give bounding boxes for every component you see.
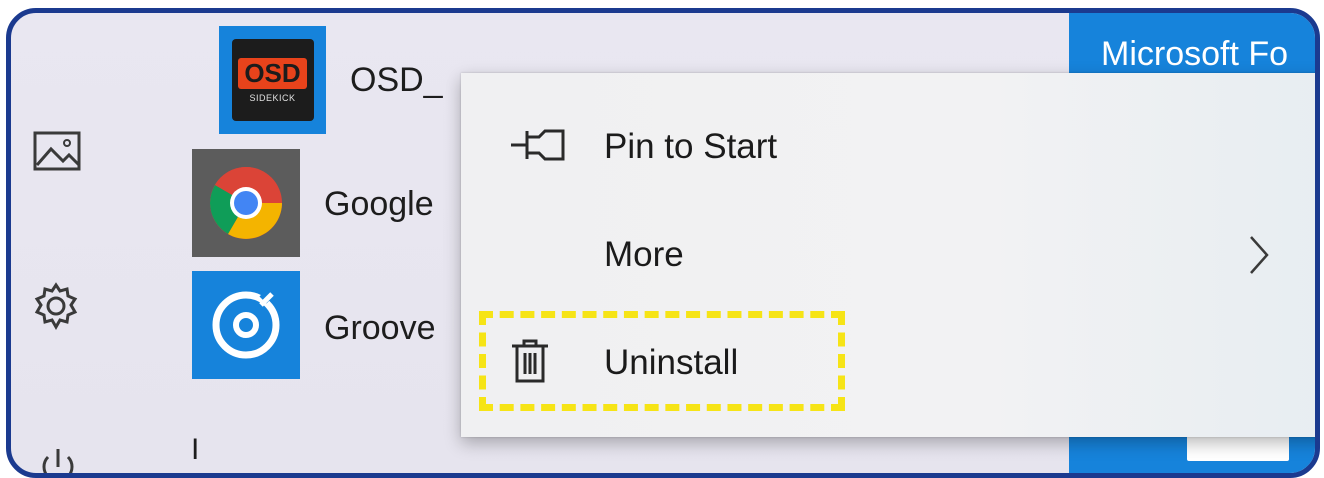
gear-icon[interactable] <box>31 281 81 336</box>
microsoft-tile-label: Microsoft Fo <box>1101 35 1289 73</box>
app-label-google[interactable]: Google <box>324 185 434 224</box>
menu-item-pin-to-start[interactable]: Pin to Start <box>461 95 1315 195</box>
pictures-icon[interactable] <box>33 131 81 176</box>
pin-icon <box>509 125 567 170</box>
power-icon[interactable] <box>35 443 81 473</box>
app-label-osd[interactable]: OSD_ <box>350 61 443 100</box>
sidekick-icon-text: SIDEKICK <box>249 92 296 103</box>
menu-item-more[interactable]: More <box>461 203 1315 303</box>
menu-label-pin-to-start: Pin to Start <box>604 127 778 166</box>
osd-sidekick-icon: OSD SIDEKICK <box>231 39 314 121</box>
uninstall-highlight <box>479 311 845 411</box>
app-label-groove[interactable]: Groove <box>324 309 436 348</box>
section-letter: I <box>191 433 200 466</box>
chrome-tile[interactable] <box>192 149 300 257</box>
osd-sidekick-tile[interactable]: OSD SIDEKICK <box>219 26 326 134</box>
groove-music-icon <box>212 286 280 359</box>
screenshot-frame: Microsoft Fo OSD SIDEKICK OSD_ Google Gr… <box>6 8 1320 478</box>
osd-icon-text: OSD <box>238 57 307 89</box>
chrome-icon <box>210 167 282 239</box>
chevron-right-icon <box>1247 233 1271 282</box>
groove-tile[interactable] <box>192 271 300 379</box>
tile-chip <box>1187 433 1289 461</box>
menu-label-more: More <box>604 235 684 274</box>
